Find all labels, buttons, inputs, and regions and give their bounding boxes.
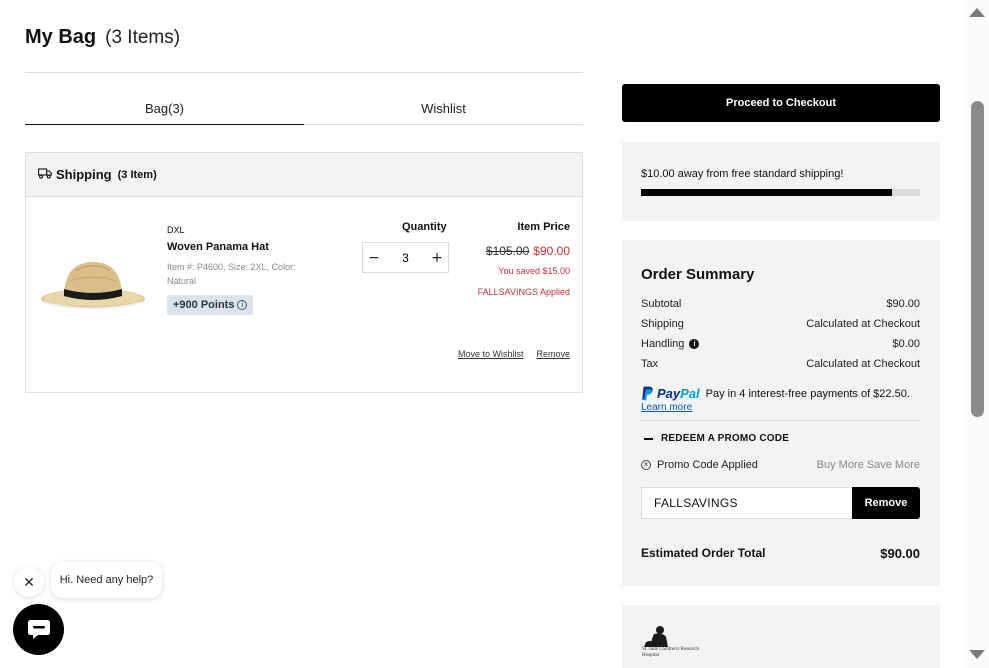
sale-price: $90.00 — [533, 244, 570, 258]
order-summary: Order Summary Subtotal $90.00 Shipping C… — [622, 240, 940, 586]
info-icon[interactable]: i — [689, 339, 700, 349]
points-badge: +900 Points i — [167, 295, 254, 315]
learn-more-link[interactable]: Learn more — [641, 402, 920, 413]
progress-fill — [641, 189, 893, 196]
redeem-promo-toggle[interactable]: REDEEM A PROMO CODE — [644, 433, 789, 444]
tab-bag[interactable]: Bag(3) — [25, 92, 304, 125]
collapse-icon — [644, 437, 653, 440]
summary-row-tax: Tax Calculated at Checkout — [641, 358, 920, 370]
progress-bar — [641, 189, 920, 196]
promo-status-label: Promo Code Applied — [657, 459, 758, 471]
scrollbar-thumb[interactable] — [971, 101, 984, 417]
item-price: $105.00 $90.00 — [486, 244, 570, 258]
savings-text: You saved $15.00 — [498, 266, 570, 276]
summary-row-subtotal: Subtotal $90.00 — [641, 298, 920, 310]
summary-label-wrap: Handling i — [641, 338, 700, 350]
summary-value: Calculated at Checkout — [806, 358, 920, 370]
remove-promo-button[interactable]: Remove — [852, 487, 920, 519]
quantity-input[interactable] — [390, 250, 421, 265]
paypal-icon — [642, 386, 653, 401]
proceed-to-checkout-button[interactable]: Proceed to Checkout — [622, 84, 940, 122]
order-total-row: Estimated Order Total $90.00 — [641, 546, 920, 561]
divider — [641, 420, 920, 421]
st-jude-logo-text: St. Jude Children's Research Hospital — [642, 647, 700, 658]
decrement-button[interactable]: − — [363, 243, 385, 272]
product-image[interactable] — [40, 253, 148, 322]
scroll-up-arrow[interactable] — [969, 8, 985, 17]
summary-label: Tax — [641, 358, 659, 370]
paypal-message: Pay Pal Pay in 4 interest-free payments o… — [641, 386, 920, 413]
shipping-header: Shipping (3 Item) — [26, 153, 582, 197]
quantity-stepper: − + — [362, 242, 449, 273]
summary-value: $90.00 — [886, 298, 920, 310]
paypal-text: Pay in 4 interest-free payments of $22.5… — [705, 387, 910, 400]
free-shipping-message: $10.00 away from free standard shipping! — [641, 168, 844, 180]
move-to-wishlist-link[interactable]: Move to Wishlist — [458, 349, 524, 359]
shipping-panel: Shipping (3 Item) DXL Woven Panama Hat I… — [25, 152, 583, 393]
product-name[interactable]: Woven Panama Hat — [167, 241, 269, 253]
scroll-down-arrow[interactable] — [969, 650, 985, 659]
remove-item-link[interactable]: Remove — [536, 349, 570, 359]
charity-banner: St. Jude Children's Research Hospital — [622, 605, 940, 668]
item-price-label: Item Price — [517, 221, 570, 233]
summary-value: $0.00 — [892, 338, 920, 350]
order-total-label: Estimated Order Total — [641, 546, 766, 560]
promo-status-row: × Promo Code Applied Buy More Save More — [641, 459, 920, 471]
product-brand: DXL — [167, 225, 185, 235]
close-icon: ✕ — [23, 573, 35, 590]
quantity-label: Quantity — [402, 221, 447, 233]
summary-label: Shipping — [641, 318, 684, 330]
chat-close-button[interactable]: ✕ — [14, 567, 44, 597]
increment-button[interactable]: + — [426, 243, 448, 272]
paypal-logo: Pay Pal — [641, 386, 700, 401]
tab-wishlist[interactable]: Wishlist — [304, 92, 583, 125]
truck-icon — [38, 166, 52, 184]
paypal-wordmark-b: Pal — [680, 386, 700, 401]
item-count: (3 Items) — [105, 27, 181, 48]
promo-status: × Promo Code Applied — [641, 459, 758, 471]
summary-row-shipping: Shipping Calculated at Checkout — [641, 318, 920, 330]
summary-label: Subtotal — [641, 298, 682, 310]
summary-row-handling: Handling i $0.00 — [641, 338, 920, 350]
order-total-value: $90.00 — [880, 546, 920, 561]
redeem-label: REDEEM A PROMO CODE — [661, 433, 790, 444]
chat-greeting[interactable]: Hi. Need any help? — [51, 562, 162, 598]
promo-applied-text: FALLSAVINGS Applied — [477, 287, 570, 297]
remove-promo-icon[interactable]: × — [641, 460, 651, 470]
summary-value: Calculated at Checkout — [806, 318, 920, 330]
info-icon[interactable]: i — [237, 300, 248, 310]
free-shipping-progress: $10.00 away from free standard shipping! — [622, 142, 940, 221]
chat-icon — [27, 619, 50, 639]
chat-launcher-button[interactable] — [13, 604, 64, 655]
page-title-text: My Bag — [25, 26, 97, 48]
bag-tabs: Bag(3) Wishlist — [25, 92, 583, 125]
original-price: $105.00 — [485, 244, 530, 258]
item-actions: Move to Wishlist Remove — [458, 349, 570, 359]
promo-hint: Buy More Save More — [816, 459, 920, 471]
shipping-label: Shipping — [56, 167, 112, 182]
summary-label: Handling — [641, 338, 685, 350]
promo-code-input[interactable] — [641, 487, 853, 519]
order-summary-title: Order Summary — [641, 266, 755, 283]
page-title: My Bag (3 Items) — [25, 26, 180, 49]
divider — [25, 72, 583, 73]
shipping-count: (3 Item) — [117, 168, 157, 181]
paypal-wordmark-a: Pay — [657, 386, 681, 401]
product-meta: Item #: P4600, Size: 2XL, Color: Natural — [167, 262, 296, 286]
points-label: +900 Points — [173, 299, 235, 311]
